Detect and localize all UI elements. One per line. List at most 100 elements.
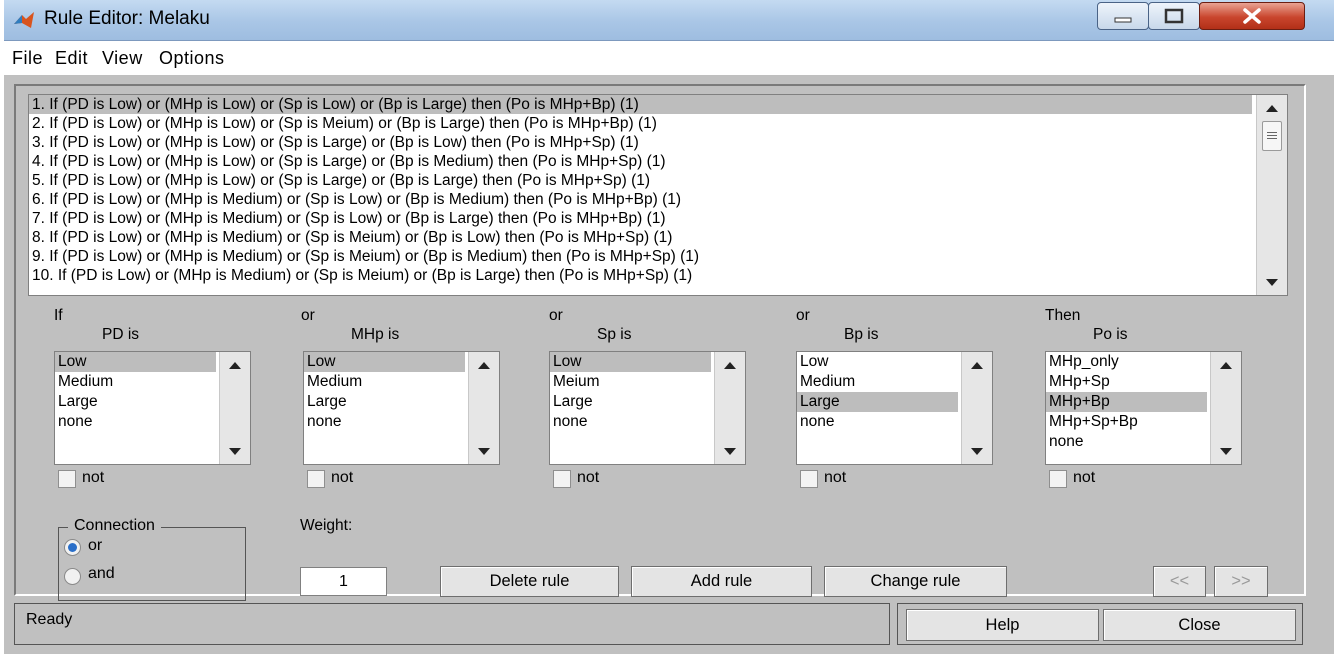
listbox-option[interactable]: Large [550, 392, 711, 412]
rule-item[interactable]: 3. If (PD is Low) or (MHp is Low) or (Sp… [29, 133, 1252, 152]
radio-and-label: and [88, 565, 115, 582]
rule-item[interactable]: 9. If (PD is Low) or (MHp is Medium) or … [29, 247, 1252, 266]
minimize-button[interactable] [1097, 2, 1149, 30]
add-rule-button[interactable]: Add rule [631, 566, 812, 597]
listbox-option[interactable]: Large [55, 392, 216, 412]
status-bar [14, 603, 890, 645]
menu-file[interactable]: File [12, 48, 43, 69]
title-bar[interactable]: Rule Editor: Melaku [4, 0, 1334, 41]
scroll-down-icon[interactable] [478, 448, 490, 455]
connector-label: Then [1045, 307, 1081, 324]
weight-input[interactable]: 1 [300, 567, 387, 596]
membership-listbox[interactable]: Low Medium Large none [796, 351, 993, 465]
help-button[interactable]: Help [906, 609, 1099, 641]
window-title: Rule Editor: Melaku [44, 8, 210, 29]
scroll-down-icon[interactable] [724, 448, 736, 455]
listbox-option[interactable]: none [55, 412, 216, 432]
listbox-option[interactable]: Meium [550, 372, 711, 392]
menu-edit[interactable]: Edit [55, 48, 88, 69]
rule-item[interactable]: 10. If (PD is Low) or (MHp is Medium) or… [29, 266, 1252, 285]
minimize-icon [1114, 17, 1132, 23]
variable-label: MHp is [351, 326, 400, 343]
listbox-option[interactable]: MHp+Sp+Bp [1046, 412, 1207, 432]
scroll-up-icon[interactable] [724, 362, 736, 369]
listbox-option[interactable]: none [550, 412, 711, 432]
listbox-option[interactable]: Medium [797, 372, 958, 392]
scroll-up-icon[interactable] [971, 362, 983, 369]
menu-view[interactable]: View [102, 48, 143, 69]
rule-item[interactable]: 8. If (PD is Low) or (MHp is Medium) or … [29, 228, 1252, 247]
variable-label: Sp is [597, 326, 632, 343]
not-label: not [824, 469, 847, 486]
connector-label: or [549, 307, 563, 324]
rule-editor-window: Rule Editor: Melaku File Edit View Optio… [4, 0, 1334, 654]
listbox-scrollbar[interactable] [219, 352, 250, 464]
radio-and[interactable] [64, 568, 81, 585]
connection-title: Connection [68, 517, 161, 535]
rule-item[interactable]: 1. If (PD is Low) or (MHp is Low) or (Sp… [29, 95, 1252, 114]
delete-rule-button[interactable]: Delete rule [440, 566, 619, 597]
scroll-down-icon[interactable] [1266, 279, 1278, 286]
not-checkbox[interactable] [800, 470, 818, 488]
matlab-logo-icon [14, 12, 34, 28]
membership-listbox[interactable]: Low Medium Large none [303, 351, 500, 465]
connector-label: If [54, 307, 63, 324]
listbox-option[interactable]: Low [55, 352, 216, 372]
listbox-option[interactable]: none [304, 412, 465, 432]
listbox-scrollbar[interactable] [468, 352, 499, 464]
scroll-up-icon[interactable] [229, 362, 241, 369]
listbox-option[interactable]: Large [797, 392, 958, 412]
rule-list-scrollbar[interactable] [1256, 95, 1287, 295]
close-icon [1243, 8, 1261, 24]
listbox-option[interactable]: MHp_only [1046, 352, 1207, 372]
rule-rows: 1. If (PD is Low) or (MHp is Low) or (Sp… [29, 95, 1287, 285]
listbox-option[interactable]: none [1046, 432, 1207, 452]
rule-item[interactable]: 6. If (PD is Low) or (MHp is Medium) or … [29, 190, 1252, 209]
membership-listbox[interactable]: Low Meium Large none [549, 351, 746, 465]
maximize-icon [1164, 8, 1184, 24]
membership-listbox[interactable]: Low Medium Large none [54, 351, 251, 465]
close-window-button[interactable] [1199, 2, 1305, 30]
listbox-option[interactable]: Medium [304, 372, 465, 392]
rule-item[interactable]: 4. If (PD is Low) or (MHp is Low) or (Sp… [29, 152, 1252, 171]
radio-selected-dot [68, 543, 77, 552]
prev-rule-button[interactable]: << [1153, 566, 1206, 597]
not-label: not [577, 469, 600, 486]
rule-item[interactable]: 5. If (PD is Low) or (MHp is Low) or (Sp… [29, 171, 1252, 190]
not-checkbox[interactable] [58, 470, 76, 488]
listbox-scrollbar[interactable] [714, 352, 745, 464]
listbox-scrollbar[interactable] [961, 352, 992, 464]
listbox-scrollbar[interactable] [1210, 352, 1241, 464]
not-checkbox[interactable] [553, 470, 571, 488]
listbox-option[interactable]: Low [304, 352, 465, 372]
scroll-up-icon[interactable] [1266, 105, 1278, 112]
close-button[interactable]: Close [1103, 609, 1296, 641]
maximize-button[interactable] [1148, 2, 1200, 30]
not-checkbox[interactable] [307, 470, 325, 488]
not-checkbox[interactable] [1049, 470, 1067, 488]
listbox-option[interactable]: Large [304, 392, 465, 412]
status-text: Ready [26, 611, 73, 628]
listbox-option[interactable]: none [797, 412, 958, 432]
radio-or[interactable] [64, 539, 81, 556]
scroll-down-icon[interactable] [1220, 448, 1232, 455]
connector-label: or [796, 307, 810, 324]
next-rule-button[interactable]: >> [1214, 566, 1268, 597]
scroll-thumb[interactable] [1262, 121, 1282, 151]
listbox-option[interactable]: Medium [55, 372, 216, 392]
rule-item[interactable]: 2. If (PD is Low) or (MHp is Low) or (Sp… [29, 114, 1252, 133]
change-rule-button[interactable]: Change rule [824, 566, 1007, 597]
listbox-option[interactable]: Low [550, 352, 711, 372]
rule-list[interactable]: 1. If (PD is Low) or (MHp is Low) or (Sp… [28, 94, 1288, 296]
listbox-option[interactable]: Low [797, 352, 958, 372]
listbox-option[interactable]: MHp+Bp [1046, 392, 1207, 412]
menu-options[interactable]: Options [159, 48, 225, 69]
scroll-down-icon[interactable] [229, 448, 241, 455]
scroll-down-icon[interactable] [971, 448, 983, 455]
rule-item[interactable]: 7. If (PD is Low) or (MHp is Medium) or … [29, 209, 1252, 228]
scroll-up-icon[interactable] [478, 362, 490, 369]
radio-or-label: or [88, 537, 103, 554]
scroll-up-icon[interactable] [1220, 362, 1232, 369]
listbox-option[interactable]: MHp+Sp [1046, 372, 1207, 392]
membership-listbox[interactable]: MHp_only MHp+Sp MHp+Bp MHp+Sp+Bp none [1045, 351, 1242, 465]
